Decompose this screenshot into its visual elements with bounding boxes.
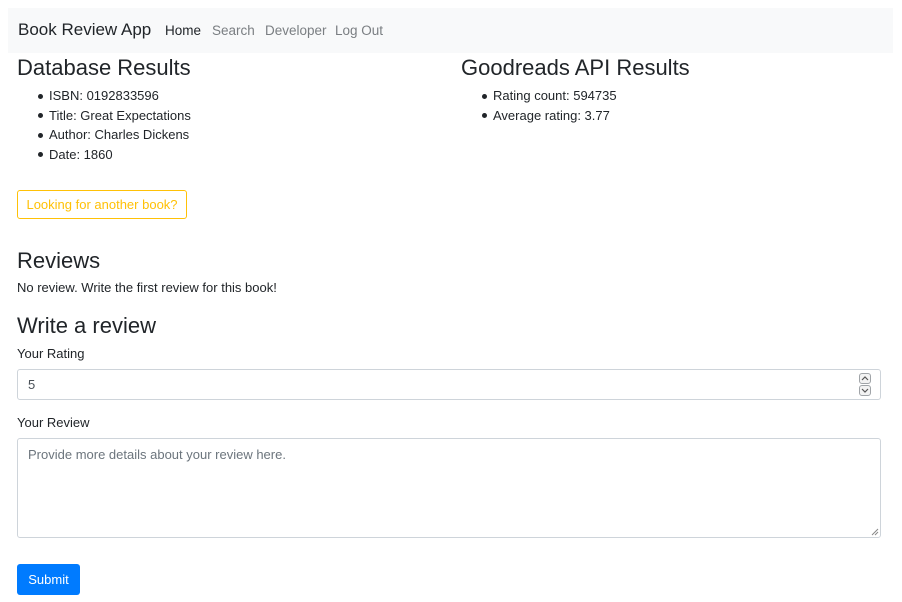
rating-number-input[interactable]: 5 xyxy=(17,369,881,400)
rating-spinner xyxy=(859,372,871,397)
nav-link-home[interactable]: Home xyxy=(165,23,201,38)
nav-link-search[interactable]: Search xyxy=(212,23,255,38)
chevron-up-icon xyxy=(861,376,869,381)
nav-link-developer[interactable]: Developer xyxy=(265,23,327,38)
rating-label: Your Rating xyxy=(17,346,85,361)
another-book-button[interactable]: Looking for another book? xyxy=(17,190,187,219)
submit-button[interactable]: Submit xyxy=(17,564,80,595)
nav-link-logout[interactable]: Log Out xyxy=(335,23,383,38)
rating-decrement-button[interactable] xyxy=(859,385,871,396)
review-placeholder: Provide more details about your review h… xyxy=(28,447,286,462)
review-textarea[interactable]: Provide more details about your review h… xyxy=(17,438,881,538)
goodreads-results-heading: Goodreads API Results xyxy=(461,55,690,80)
database-results-heading: Database Results xyxy=(17,55,191,80)
rating-value: 5 xyxy=(28,377,36,392)
database-results-list: ISBN: 0192833596 Title: Great Expectatio… xyxy=(17,86,191,164)
navbar: Book Review App Home Search Developer Lo… xyxy=(8,8,893,53)
goodreads-average-rating: Average rating: 3.77 xyxy=(461,106,617,126)
resize-handle-icon[interactable] xyxy=(869,526,879,536)
review-label: Your Review xyxy=(17,415,90,430)
rating-increment-button[interactable] xyxy=(859,373,871,384)
database-result-isbn: ISBN: 0192833596 xyxy=(17,86,191,106)
no-review-message: No review. Write the first review for th… xyxy=(17,280,277,295)
reviews-heading: Reviews xyxy=(17,248,101,273)
goodreads-rating-count: Rating count: 594735 xyxy=(461,86,617,106)
navbar-brand[interactable]: Book Review App xyxy=(18,20,151,40)
database-result-date: Date: 1860 xyxy=(17,145,191,165)
goodreads-results-list: Rating count: 594735 Average rating: 3.7… xyxy=(461,86,617,125)
write-review-heading: Write a review xyxy=(17,313,156,338)
database-result-author: Author: Charles Dickens xyxy=(17,125,191,145)
chevron-down-icon xyxy=(861,388,869,393)
database-result-title: Title: Great Expectations xyxy=(17,106,191,126)
